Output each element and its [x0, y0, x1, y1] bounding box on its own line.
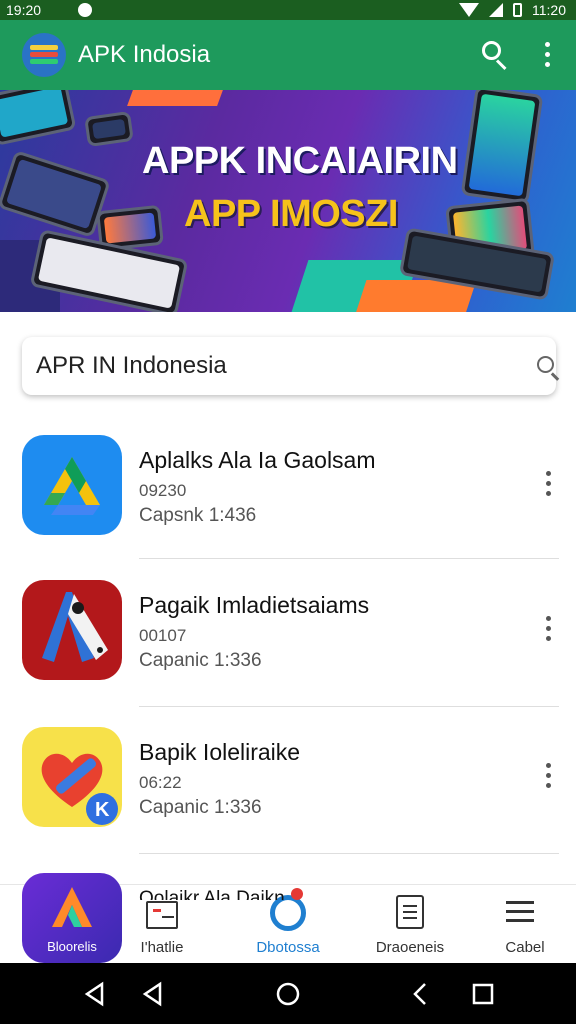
- app-bar: APK Indosia: [0, 20, 576, 90]
- signal-icon: [489, 3, 503, 17]
- status-icons: 11:20: [459, 2, 566, 18]
- banner-subheadline: APP IMOSZI: [184, 193, 398, 235]
- nav-label: I'hatlie: [140, 939, 184, 956]
- search-input[interactable]: [36, 347, 506, 385]
- app-size: 00107: [139, 626, 187, 645]
- nav-item-menu[interactable]: Cabel: [490, 885, 560, 964]
- app-name: Bapik Ioleliraike: [139, 739, 301, 765]
- status-time: 19:20: [6, 2, 42, 18]
- nav-label: Cabel: [505, 939, 545, 956]
- app-name: Aplalks Ala Ia Gaolsam: [139, 447, 376, 473]
- app-capacity: Capanic 1:336: [139, 797, 262, 818]
- watch-image: [84, 110, 134, 148]
- menu-icon: [506, 901, 534, 925]
- back-icon[interactable]: [82, 981, 108, 1007]
- banner-headline: APPK INCAIAIRIN: [142, 140, 458, 182]
- drive-app-icon: [22, 435, 122, 535]
- status-battery-text: 11:20: [532, 2, 566, 18]
- search-field[interactable]: [22, 337, 560, 395]
- peek-item-name: Oolaikr Ala Daikn: [139, 888, 285, 900]
- screen: 19:20 11:20 APK Indosia APPK INCAIAIRIN …: [0, 0, 576, 1024]
- notification-icon: [78, 3, 92, 17]
- promo-banner[interactable]: APPK INCAIAIRIN APP IMOSZI: [0, 90, 576, 312]
- chevron-left-icon[interactable]: [408, 981, 434, 1007]
- search-icon: [482, 41, 501, 60]
- nav-item-home[interactable]: Bloorelis: [22, 873, 122, 964]
- battery-icon: [513, 3, 522, 17]
- app-logo-icon: [22, 33, 66, 77]
- home-icon[interactable]: [275, 981, 301, 1007]
- phone-image: [460, 90, 544, 205]
- divider: [139, 706, 559, 707]
- tablet-image: [0, 150, 111, 238]
- device-image: [0, 90, 77, 146]
- item-menu-button[interactable]: [539, 614, 559, 644]
- document-icon: [396, 895, 424, 929]
- nav-label: Draoeneis: [375, 939, 445, 956]
- list-item[interactable]: K Bapik Ioleliraike 06:22 Capanic 1:336: [0, 727, 576, 867]
- status-bar: 19:20 11:20: [0, 0, 576, 20]
- app-badge-icon: [270, 888, 306, 931]
- nav-label: Dbotossa: [256, 939, 320, 956]
- system-navigation: [0, 963, 576, 1024]
- divider: [139, 558, 559, 559]
- item-menu-button[interactable]: [539, 469, 559, 499]
- svg-text:K: K: [95, 799, 110, 821]
- search-button[interactable]: [478, 38, 512, 72]
- list-item[interactable]: Aplalks Ala Ia Gaolsam 09230 Capsnk 1:43…: [0, 435, 576, 575]
- app-size: 09230: [139, 481, 187, 500]
- search-icon[interactable]: [536, 355, 562, 381]
- app-size: 06:22: [139, 773, 182, 792]
- divider: [139, 853, 559, 854]
- overflow-menu-button[interactable]: [538, 40, 558, 70]
- recents-icon[interactable]: [470, 981, 496, 1007]
- app-capacity: Capsnk 1:436: [139, 505, 257, 526]
- app-name: Pagaik Imladietsaiams: [139, 592, 370, 618]
- app-title: APK Indosia: [78, 41, 211, 68]
- wifi-icon: [459, 3, 479, 17]
- app-capacity: Capanic 1:336: [139, 650, 262, 671]
- bottom-navigation: Bloorelis I'hatlie Dbotossa Draoeneis Ca…: [0, 873, 576, 964]
- decor-shape: [127, 90, 223, 106]
- heart-app-icon: K: [22, 727, 122, 827]
- back-icon[interactable]: [140, 981, 166, 1007]
- nav-item-documents[interactable]: Draoeneis: [370, 885, 450, 964]
- list-item[interactable]: Pagaik Imladietsaiams 00107 Capanic 1:33…: [0, 580, 576, 720]
- nav-label: Bloorelis: [47, 939, 97, 954]
- item-menu-button[interactable]: [539, 761, 559, 791]
- adobe-app-icon: [22, 580, 122, 680]
- card-icon: [146, 901, 178, 929]
